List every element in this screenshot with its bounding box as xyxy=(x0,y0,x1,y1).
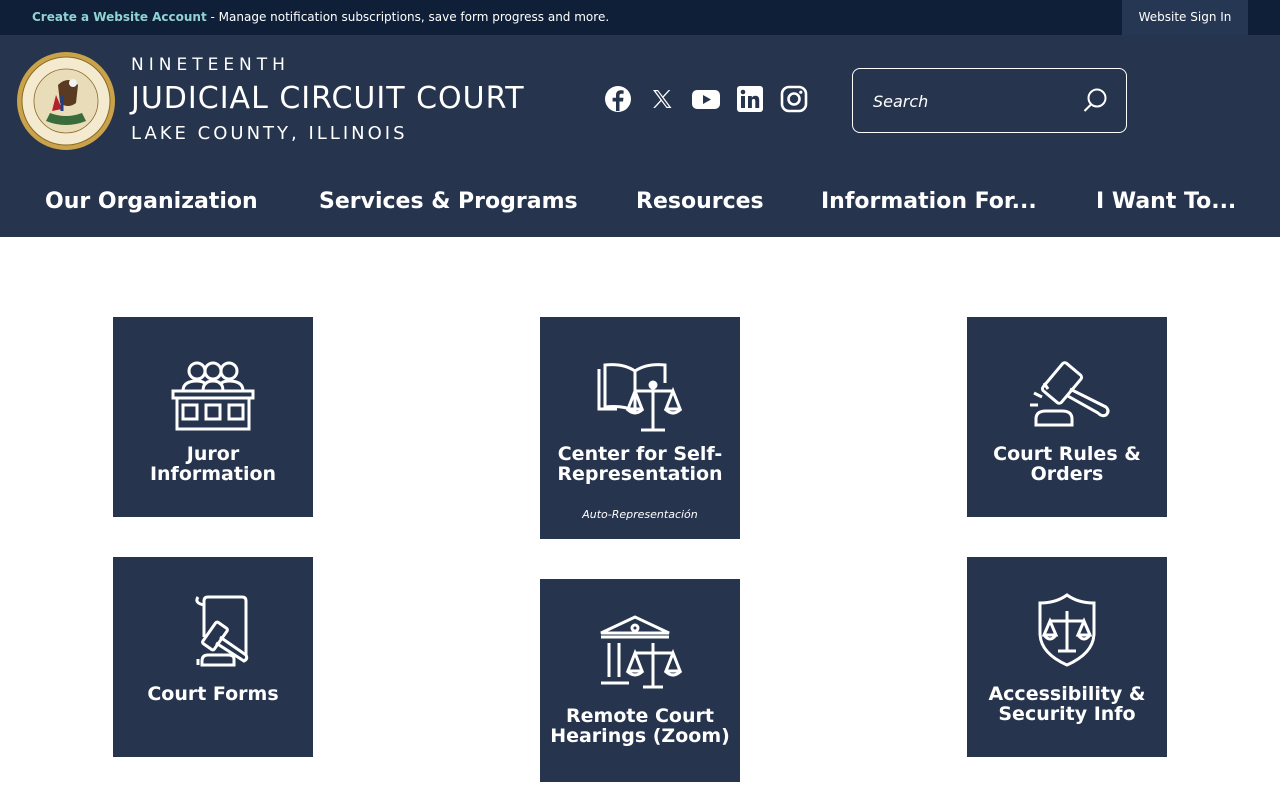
tile-label: Juror Information xyxy=(149,443,277,485)
sign-in-button[interactable]: Website Sign In xyxy=(1122,0,1248,35)
tile-label: Remote Court Hearings (Zoom) xyxy=(550,705,730,747)
youtube-icon[interactable] xyxy=(692,85,720,113)
tile-label: Accessibility & Security Info xyxy=(988,683,1146,725)
jury-box-icon xyxy=(168,359,258,433)
tile-center-self-representation[interactable]: Center for Self-Representation Auto-Repr… xyxy=(540,317,740,539)
nav-resources[interactable]: Resources xyxy=(636,189,764,214)
nav-information-for[interactable]: Information For... xyxy=(821,189,1037,214)
book-scales-icon xyxy=(595,361,685,435)
instagram-icon[interactable] xyxy=(780,85,808,113)
tile-remote-court-hearings[interactable]: Remote Court Hearings (Zoom) xyxy=(540,579,740,782)
tile-label: Center for Self-Representation xyxy=(557,443,723,485)
tile-label: Court Forms xyxy=(147,683,279,705)
document-gavel-icon xyxy=(168,593,258,667)
nav-our-organization[interactable]: Our Organization xyxy=(45,189,258,214)
brand-line-2: JUDICIAL CIRCUIT COURT xyxy=(131,81,525,116)
tile-court-rules-orders[interactable]: Court Rules & Orders xyxy=(967,317,1167,517)
brand-line-3: LAKE COUNTY, ILLINOIS xyxy=(131,123,408,144)
facebook-icon[interactable] xyxy=(604,85,632,113)
state-seal-logo[interactable] xyxy=(16,51,116,151)
gavel-icon xyxy=(1022,359,1112,433)
search-icon xyxy=(1083,88,1107,112)
linkedin-icon[interactable] xyxy=(736,85,764,113)
shield-scales-icon xyxy=(1022,593,1112,667)
account-message-text: - Manage notification subscriptions, sav… xyxy=(206,10,610,24)
tile-court-forms[interactable]: Court Forms xyxy=(113,557,313,757)
top-utility-bar: Create a Website Account - Manage notifi… xyxy=(0,0,1280,35)
nav-i-want-to[interactable]: I Want To... xyxy=(1096,189,1236,214)
account-message: Create a Website Account - Manage notifi… xyxy=(32,10,609,24)
search-box xyxy=(852,68,1127,133)
x-icon[interactable] xyxy=(648,85,676,113)
tile-accessibility-security[interactable]: Accessibility & Security Info xyxy=(967,557,1167,757)
tile-label: Court Rules & Orders xyxy=(993,443,1141,485)
search-input[interactable] xyxy=(873,87,1063,115)
create-account-link[interactable]: Create a Website Account xyxy=(32,10,207,24)
tile-juror-information[interactable]: Juror Information xyxy=(113,317,313,517)
courthouse-scales-icon xyxy=(595,615,685,689)
site-header: NINETEENTH JUDICIAL CIRCUIT COURT LAKE C… xyxy=(0,35,1280,237)
nav-services-programs[interactable]: Services & Programs xyxy=(319,189,578,214)
brand-line-1: NINETEENTH xyxy=(131,55,290,75)
search-button[interactable] xyxy=(1081,87,1109,115)
tile-sublabel: Auto-Representación xyxy=(582,508,698,521)
